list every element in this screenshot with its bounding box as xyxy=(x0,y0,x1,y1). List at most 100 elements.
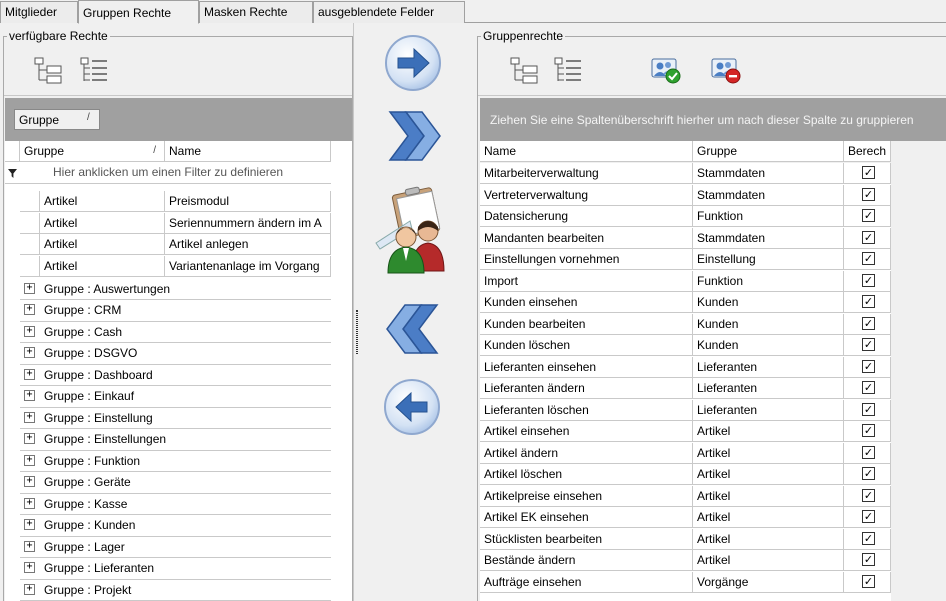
group-row[interactable]: + Gruppe : Projekt xyxy=(20,579,331,601)
expand-plus-icon[interactable]: + xyxy=(24,583,35,595)
table-row[interactable]: Lieferanten ändern Lieferanten ✓ xyxy=(480,378,891,400)
permission-checkbox[interactable]: ✓ xyxy=(862,574,875,588)
permission-checkbox[interactable]: ✓ xyxy=(862,295,875,308)
column-header-name[interactable]: Name xyxy=(165,141,331,162)
column-header-name[interactable]: Name xyxy=(480,141,693,162)
table-row[interactable]: Artikel einsehen Artikel ✓ xyxy=(480,421,891,443)
permission-checkbox[interactable]: ✓ xyxy=(862,252,875,265)
double-chevron-right-icon[interactable] xyxy=(384,106,444,166)
arrow-left-icon[interactable] xyxy=(382,377,442,437)
tab-ausgeblendete-felder[interactable]: ausgeblendete Felder xyxy=(313,1,465,23)
cell-gruppe: Artikel xyxy=(693,442,844,464)
tab-masken-rechte[interactable]: Masken Rechte xyxy=(199,1,313,23)
permission-checkbox[interactable]: ✓ xyxy=(862,359,875,373)
cell-name: Kunden einsehen xyxy=(480,292,693,313)
user-revoke-icon[interactable] xyxy=(710,56,742,84)
expand-plus-icon[interactable]: + xyxy=(24,282,35,294)
tab-mitglieder[interactable]: Mitglieder xyxy=(0,1,78,23)
expand-plus-icon[interactable]: + xyxy=(24,476,35,487)
table-row[interactable]: Mitarbeiterverwaltung Stammdaten ✓ xyxy=(480,163,891,185)
expand-plus-icon[interactable]: + xyxy=(24,368,35,380)
table-row[interactable]: Mandanten bearbeiten Stammdaten ✓ xyxy=(480,227,891,249)
expand-plus-icon[interactable]: + xyxy=(24,390,35,401)
expand-plus-icon[interactable]: + xyxy=(24,304,35,315)
user-group-icon[interactable] xyxy=(370,185,460,275)
column-header-berechtigung[interactable]: Berech xyxy=(844,141,891,162)
expand-plus-icon[interactable]: + xyxy=(24,411,35,423)
group-row[interactable]: + Gruppe : Einkauf xyxy=(20,386,331,408)
group-row[interactable]: + Gruppe : Kunden xyxy=(20,515,331,537)
double-chevron-left-icon[interactable] xyxy=(383,299,443,359)
column-header-gruppe[interactable]: Gruppe xyxy=(693,141,844,162)
expand-plus-icon[interactable]: + xyxy=(24,325,35,337)
permission-checkbox[interactable]: ✓ xyxy=(862,531,875,545)
table-row[interactable]: Artikel Variantenanlage im Vorgang xyxy=(5,255,336,278)
permission-checkbox[interactable]: ✓ xyxy=(862,316,875,330)
group-row[interactable]: + Gruppe : DSGVO xyxy=(20,343,331,365)
permission-checkbox[interactable]: ✓ xyxy=(862,510,875,523)
group-chip[interactable]: Gruppe / xyxy=(14,109,100,130)
expand-plus-icon[interactable]: + xyxy=(24,347,35,358)
group-row[interactable]: + Gruppe : Lager xyxy=(20,536,331,558)
expand-plus-icon[interactable]: + xyxy=(24,540,35,552)
table-row[interactable]: Stücklisten bearbeiten Artikel ✓ xyxy=(480,528,891,550)
expand-plus-icon[interactable]: + xyxy=(24,433,35,444)
group-row[interactable]: + Gruppe : Funktion xyxy=(20,450,331,472)
table-row[interactable]: Vertreterverwaltung Stammdaten ✓ xyxy=(480,184,891,206)
permission-checkbox[interactable]: ✓ xyxy=(862,273,875,287)
user-grant-icon[interactable] xyxy=(650,56,682,84)
permission-checkbox[interactable]: ✓ xyxy=(862,488,875,502)
table-row[interactable]: Lieferanten löschen Lieferanten ✓ xyxy=(480,399,891,421)
group-row-label: Gruppe : Lieferanten xyxy=(44,561,155,575)
group-row[interactable]: + Gruppe : Einstellungen xyxy=(20,429,331,451)
table-row[interactable]: Artikel ändern Artikel ✓ xyxy=(480,442,891,464)
splitter-handle[interactable] xyxy=(356,310,358,354)
tab-gruppen-rechte[interactable]: Gruppen Rechte xyxy=(78,0,199,24)
permission-checkbox[interactable]: ✓ xyxy=(862,445,875,459)
arrow-right-icon[interactable] xyxy=(383,33,443,93)
table-row[interactable]: Kunden löschen Kunden ✓ xyxy=(480,335,891,357)
table-row[interactable]: Lieferanten einsehen Lieferanten ✓ xyxy=(480,356,891,378)
permission-checkbox[interactable]: ✓ xyxy=(862,381,875,394)
table-row[interactable]: Aufträge einsehen Vorgänge ✓ xyxy=(480,571,891,593)
table-row[interactable]: Datensicherung Funktion ✓ xyxy=(480,206,891,228)
permission-checkbox[interactable]: ✓ xyxy=(862,338,875,351)
table-row[interactable]: Kunden bearbeiten Kunden ✓ xyxy=(480,313,891,335)
expand-plus-icon[interactable]: + xyxy=(24,562,35,573)
table-row[interactable]: Einstellungen vornehmen Einstellung ✓ xyxy=(480,249,891,271)
collapse-tree-icon[interactable] xyxy=(552,56,584,84)
collapse-tree-icon[interactable] xyxy=(78,56,110,84)
group-row[interactable]: + Gruppe : Auswertungen xyxy=(20,278,331,300)
permission-checkbox[interactable]: ✓ xyxy=(862,166,875,179)
column-header-gruppe[interactable]: Gruppe / xyxy=(20,141,165,162)
table-row[interactable]: Kunden einsehen Kunden ✓ xyxy=(480,292,891,314)
expand-plus-icon[interactable]: + xyxy=(24,454,35,466)
permission-checkbox[interactable]: ✓ xyxy=(862,467,875,480)
table-row[interactable]: Import Funktion ✓ xyxy=(480,270,891,292)
permission-checkbox[interactable]: ✓ xyxy=(862,402,875,416)
permission-checkbox[interactable]: ✓ xyxy=(862,230,875,244)
group-row[interactable]: + Gruppe : CRM xyxy=(20,300,331,322)
table-row[interactable]: Artikelpreise einsehen Artikel ✓ xyxy=(480,485,891,507)
table-row[interactable]: Artikel löschen Artikel ✓ xyxy=(480,464,891,486)
permission-checkbox[interactable]: ✓ xyxy=(862,553,875,566)
permission-checkbox[interactable]: ✓ xyxy=(862,424,875,437)
group-row[interactable]: + Gruppe : Cash xyxy=(20,321,331,343)
group-row[interactable]: + Gruppe : Dashboard xyxy=(20,364,331,386)
group-row[interactable]: + Gruppe : Lieferanten xyxy=(20,558,331,580)
permission-checkbox[interactable]: ✓ xyxy=(862,209,875,222)
table-row[interactable]: Artikel Preismodul xyxy=(5,191,336,213)
group-row[interactable]: + Gruppe : Geräte xyxy=(20,472,331,494)
group-row[interactable]: + Gruppe : Einstellung xyxy=(20,407,331,429)
table-row[interactable]: Artikel EK einsehen Artikel ✓ xyxy=(480,507,891,529)
expand-tree-icon[interactable] xyxy=(508,56,540,84)
filter-row[interactable]: Hier anklicken um einen Filter zu defini… xyxy=(5,162,331,184)
group-row[interactable]: + Gruppe : Kasse xyxy=(20,493,331,515)
table-row[interactable]: Artikel Artikel anlegen xyxy=(5,234,336,256)
expand-plus-icon[interactable]: + xyxy=(24,497,35,509)
expand-plus-icon[interactable]: + xyxy=(24,519,35,530)
table-row[interactable]: Artikel Seriennummern ändern im A xyxy=(5,212,336,235)
expand-tree-icon[interactable] xyxy=(32,56,64,84)
permission-checkbox[interactable]: ✓ xyxy=(862,187,875,201)
table-row[interactable]: Bestände ändern Artikel ✓ xyxy=(480,550,891,572)
